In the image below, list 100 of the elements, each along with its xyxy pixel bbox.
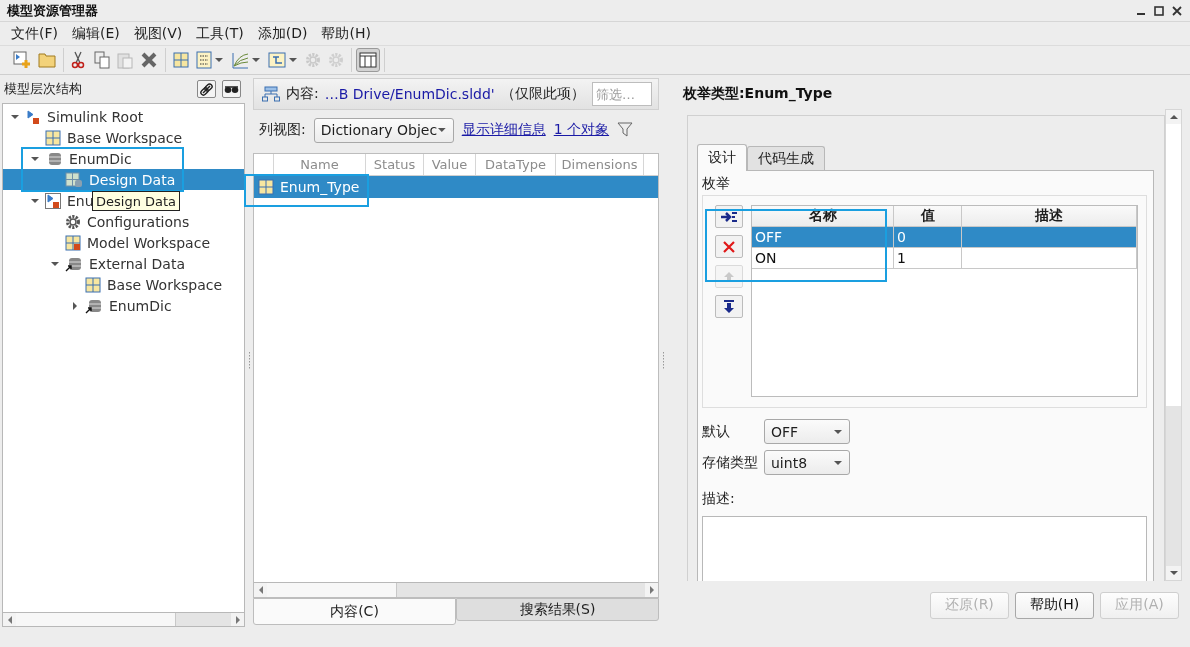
group-label: 枚举: [702, 175, 731, 193]
menu-item[interactable]: 添加(D): [250, 24, 315, 43]
tree-item[interactable]: EnumDic: [109, 297, 172, 314]
tree-item[interactable]: EnumDic: [69, 150, 132, 167]
count-link[interactable]: 1 个对象: [553, 121, 610, 139]
table-cell[interactable]: [962, 227, 1137, 248]
new-model-icon: [13, 51, 31, 69]
hierarchy-icon: [262, 86, 280, 102]
tree-item[interactable]: Simulink Root: [47, 108, 144, 125]
horizontal-scrollbar[interactable]: [2, 612, 245, 627]
link-button[interactable]: [197, 80, 216, 98]
bus-icon: [268, 51, 286, 69]
menu-item[interactable]: 文件(F): [4, 24, 65, 43]
scroll-up-icon: [1168, 112, 1179, 122]
database-icon: [85, 297, 103, 314]
tree-item[interactable]: Configurations: [87, 213, 190, 230]
menu-item[interactable]: 编辑(E): [65, 24, 127, 43]
filter-field[interactable]: 筛选…: [592, 82, 652, 106]
columns-icon: [359, 52, 377, 68]
tree-item[interactable]: External Data: [89, 255, 185, 272]
down-button[interactable]: [715, 295, 743, 318]
gears-icon: [305, 52, 321, 68]
tree-item[interactable]: Base Workspace: [67, 129, 183, 146]
scope-text: （仅限此项）: [500, 85, 585, 103]
view-dropdown[interactable]: Dictionary Objec: [313, 117, 454, 143]
scissors-icon: [71, 51, 85, 69]
table-cell[interactable]: 0: [894, 227, 962, 248]
table-icon: [258, 179, 274, 195]
column-header[interactable]: 值: [894, 206, 962, 227]
window-title: 模型资源管理器: [7, 1, 98, 20]
caret-icon: [288, 55, 298, 65]
glasses-button[interactable]: [222, 80, 241, 98]
gear-icon: [65, 213, 81, 230]
filter-icon[interactable]: [617, 122, 634, 138]
field-label: 存储类型: [702, 453, 759, 472]
add-row-icon: [720, 209, 738, 224]
menu-item[interactable]: 帮助(H): [314, 24, 378, 43]
tab[interactable]: 搜索结果(S): [456, 598, 659, 621]
view-label: 列视图:: [259, 121, 306, 139]
glasses-icon: [224, 84, 239, 94]
tab[interactable]: 内容(C): [253, 598, 456, 625]
curves-icon: [231, 51, 249, 69]
dialog-button[interactable]: 帮助(H): [1015, 591, 1094, 619]
contents-label: 内容:: [286, 85, 319, 103]
tree-item[interactable]: Enu: [67, 192, 94, 209]
details-link[interactable]: 显示详细信息: [461, 121, 546, 139]
up-arrow-icon: [723, 270, 735, 283]
dropdown[interactable]: uint8: [764, 450, 850, 475]
field-label: 描述:: [702, 489, 736, 508]
splitter-grip-icon[interactable]: [661, 352, 665, 370]
binary-icon: [196, 51, 212, 69]
database-icon: [65, 255, 83, 272]
delete-button[interactable]: [715, 235, 743, 258]
copy-icon: [94, 51, 110, 69]
caret-icon: [251, 55, 261, 65]
column-header[interactable]: Status: [366, 154, 424, 175]
table-cell[interactable]: OFF: [752, 227, 894, 248]
tree-item[interactable]: Base Workspace: [107, 276, 223, 293]
tree-item[interactable]: Design Data: [89, 171, 176, 188]
table-cell[interactable]: 1: [894, 248, 962, 269]
column-header[interactable]: 描述: [962, 206, 1137, 227]
dropdown[interactable]: OFF: [764, 419, 850, 444]
tree-item[interactable]: Model Workspace: [87, 234, 210, 251]
menu-item[interactable]: 工具(T): [189, 24, 251, 43]
tooltip: Design Data: [92, 191, 181, 211]
model-icon: [25, 108, 41, 125]
add-button[interactable]: [715, 205, 743, 228]
scroll-down-icon: [1168, 568, 1179, 578]
column-header[interactable]: Value: [424, 154, 476, 175]
toolbar-button[interactable]: [91, 48, 113, 72]
table-cell[interactable]: ON: [752, 248, 894, 269]
workspace-icon: [65, 234, 81, 251]
link-icon: [200, 82, 213, 96]
paste-icon: [117, 51, 133, 69]
table-database-icon: [65, 171, 83, 188]
close-icon: [722, 239, 736, 254]
down-arrow-icon: [723, 299, 735, 314]
toolbar-button[interactable]: [356, 48, 380, 72]
horizontal-scrollbar[interactable]: [254, 582, 658, 597]
table-row[interactable]: Enum_Type: [254, 176, 658, 198]
maximize-icon[interactable]: [1154, 5, 1164, 16]
delete-icon: [140, 51, 158, 69]
splitter-grip-icon[interactable]: [247, 352, 251, 370]
folder-icon: [38, 52, 56, 68]
close-icon[interactable]: [1172, 5, 1182, 16]
tab[interactable]: 代码生成: [747, 146, 825, 170]
caret-icon: [437, 125, 447, 135]
gear-icon: [328, 52, 344, 68]
vertical-scrollbar[interactable]: [1165, 109, 1182, 581]
path-text: …B Drive/EnumDic.sldd': [324, 86, 495, 102]
column-header[interactable]: Name: [274, 154, 366, 175]
pane-title: 模型层次结构: [4, 80, 82, 98]
model-icon: [45, 192, 61, 209]
editor-title: 枚举类型:Enum_Type: [683, 84, 834, 104]
workspace-icon: [45, 129, 61, 146]
menu-item[interactable]: 视图(V): [126, 24, 190, 43]
field-label: 默认: [702, 422, 731, 441]
caret-icon: [214, 55, 224, 65]
tab[interactable]: 设计: [697, 144, 747, 171]
table-cell[interactable]: [962, 248, 1137, 269]
